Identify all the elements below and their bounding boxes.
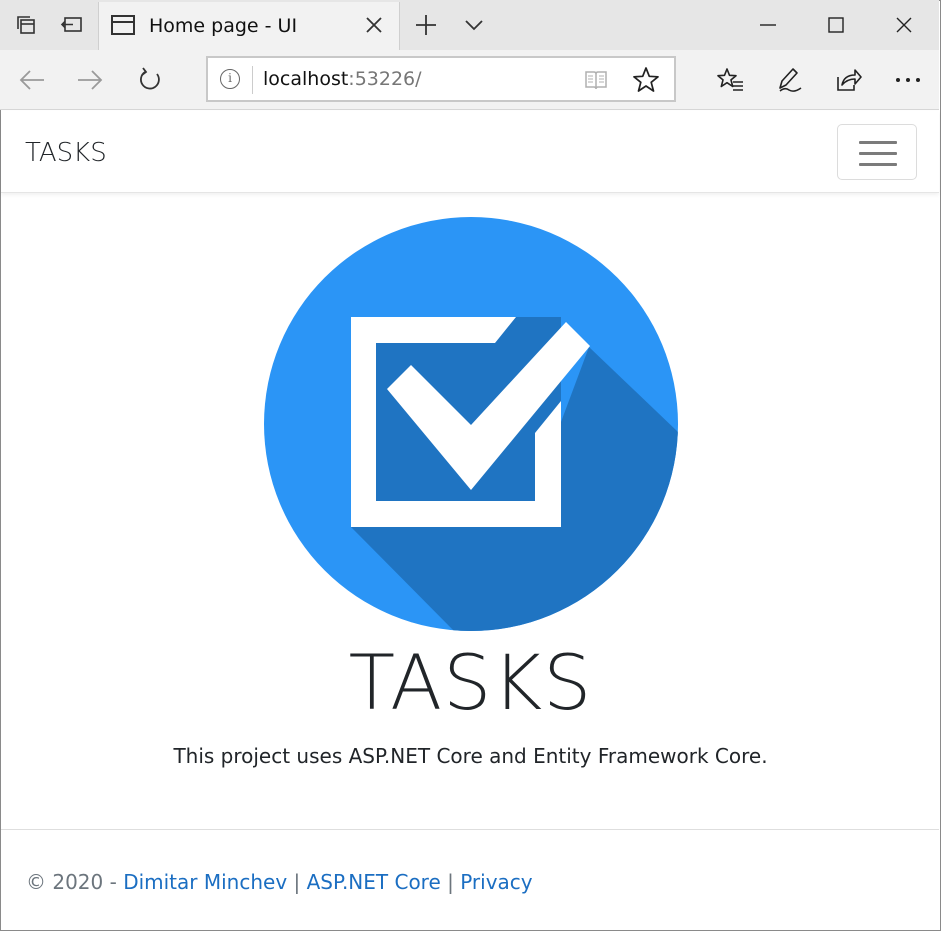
tab-actions-button[interactable]	[4, 0, 48, 50]
browser-toolbar: i localhost:53226/	[0, 50, 939, 110]
close-tab-icon[interactable]	[363, 14, 385, 36]
more-button[interactable]	[882, 50, 934, 110]
hamburger-icon-line	[859, 152, 897, 155]
tab-strip: Home page - UI	[0, 0, 939, 50]
back-button[interactable]	[6, 50, 58, 110]
share-icon	[837, 69, 862, 91]
refresh-icon	[140, 67, 160, 90]
author-link[interactable]: Dimitar Minchev	[123, 870, 287, 894]
star-icon[interactable]	[632, 66, 660, 94]
hero-title: TASKS	[348, 638, 593, 727]
pen-icon	[779, 68, 802, 92]
set-aside-icon	[60, 17, 82, 32]
close-icon	[896, 17, 912, 33]
tab-preview-button[interactable]	[452, 0, 496, 50]
notes-button[interactable]	[764, 50, 816, 110]
hamburger-icon	[859, 141, 897, 144]
reading-view-icon[interactable]	[584, 68, 608, 92]
site-navbar: TASKS	[1, 111, 939, 193]
hamburger-icon-line	[859, 163, 897, 166]
tasks-logo-icon	[264, 217, 678, 631]
address-port: :53226/	[348, 68, 422, 90]
share-button[interactable]	[822, 50, 874, 110]
tab-stack-icon	[17, 16, 35, 34]
tab-home-page[interactable]: Home page - UI	[98, 2, 400, 50]
close-window-button[interactable]	[870, 0, 938, 50]
aspnet-core-link[interactable]: ASP.NET Core	[307, 870, 441, 894]
new-tab-button[interactable]	[404, 0, 448, 50]
tab-title: Home page - UI	[149, 15, 298, 37]
footer-line: © 2020 - Dimitar Minchev | ASP.NET Core …	[26, 870, 533, 894]
minimize-button[interactable]	[734, 0, 802, 50]
maximize-icon	[828, 17, 844, 33]
privacy-link[interactable]: Privacy	[460, 870, 532, 894]
maximize-button[interactable]	[802, 0, 870, 50]
address-bar[interactable]: i localhost:53226/	[206, 56, 676, 102]
address-text[interactable]: localhost:53226/	[263, 68, 422, 90]
favorites-list-icon	[717, 68, 743, 91]
arrow-right-icon	[78, 70, 103, 90]
page-favicon-icon	[111, 15, 135, 35]
footer-separator: |	[287, 870, 307, 894]
address-divider	[252, 66, 253, 94]
navbar-brand[interactable]: TASKS	[25, 138, 107, 168]
minimize-icon	[760, 24, 776, 26]
hero-subtitle: This project uses ASP.NET Core and Entit…	[173, 744, 768, 768]
refresh-button[interactable]	[124, 50, 176, 110]
footer-copyright: © 2020 -	[26, 870, 124, 894]
forward-button[interactable]	[64, 50, 116, 110]
address-host: localhost	[263, 68, 349, 90]
site-footer: © 2020 - Dimitar Minchev | ASP.NET Core …	[1, 829, 939, 930]
more-icon	[896, 78, 920, 82]
navbar-toggler-button[interactable]	[837, 124, 917, 180]
chevron-down-icon	[465, 20, 483, 31]
arrow-left-icon	[19, 70, 44, 90]
footer-separator: |	[440, 870, 461, 894]
favorites-button[interactable]	[704, 50, 756, 110]
plus-icon	[416, 15, 436, 35]
site-info-icon[interactable]: i	[220, 69, 240, 89]
set-tabs-aside-button[interactable]	[50, 0, 94, 50]
